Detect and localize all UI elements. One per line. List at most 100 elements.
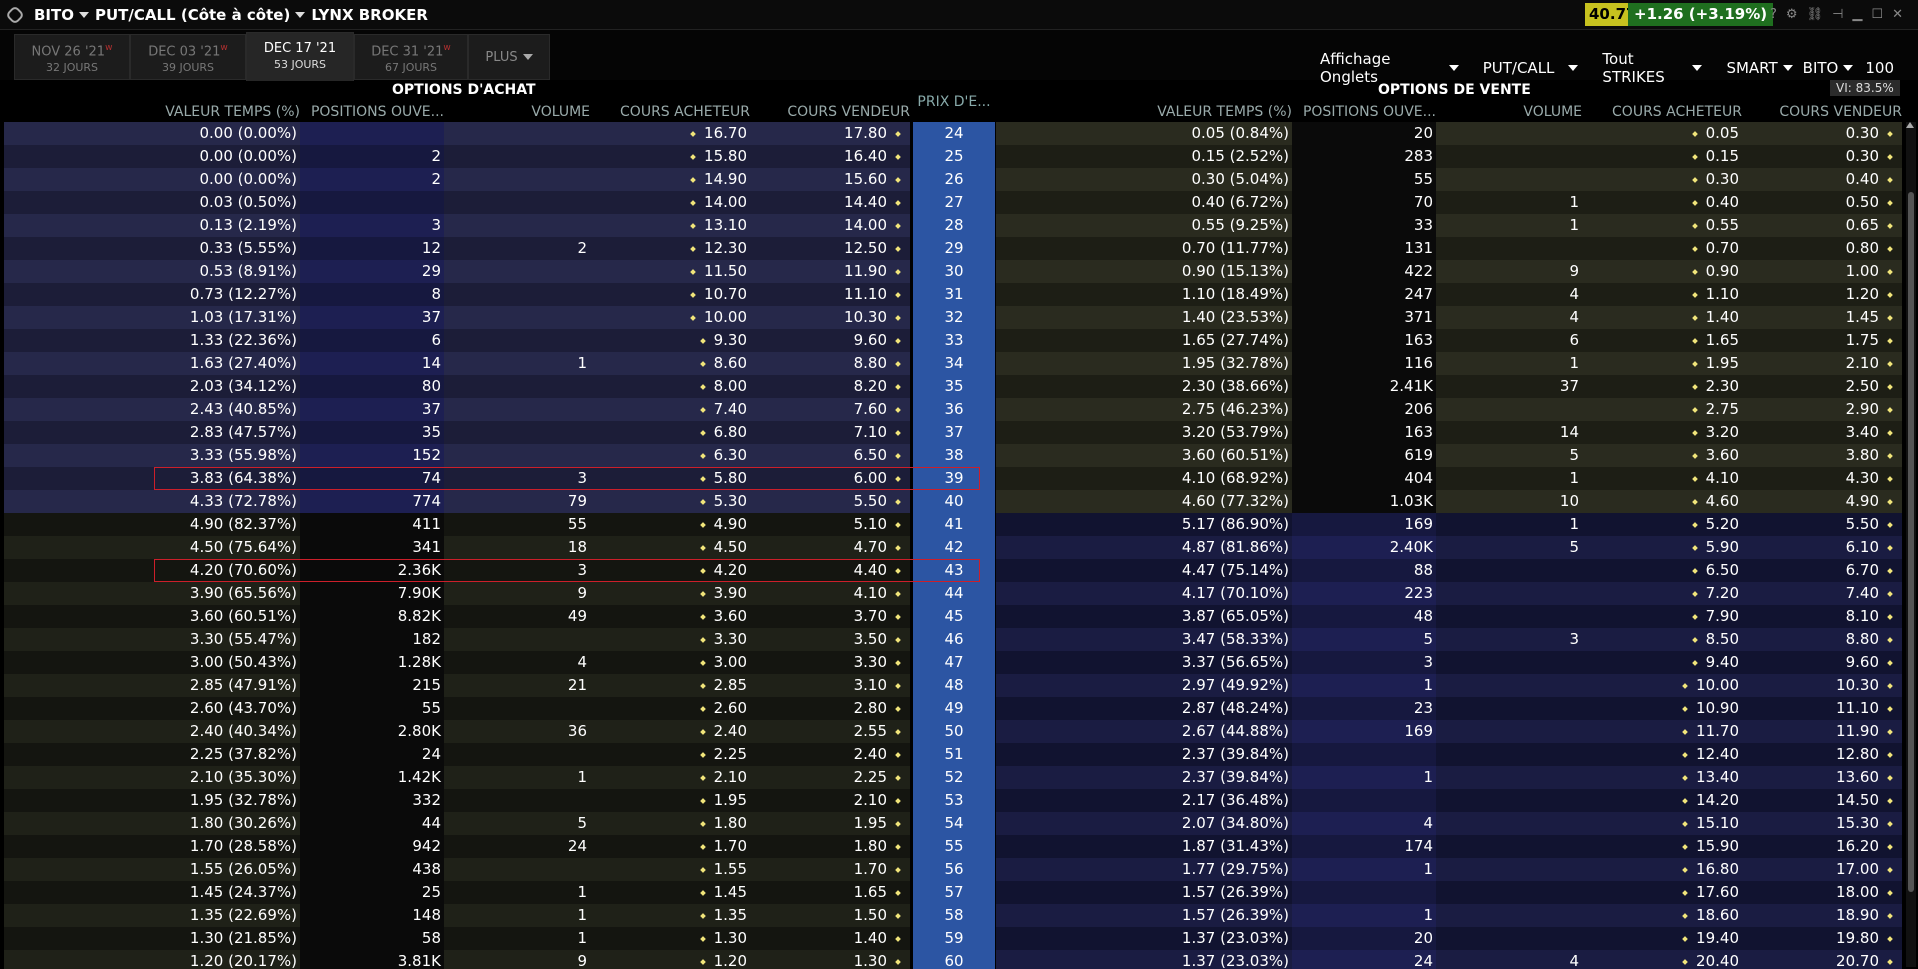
cell-call-ask[interactable]: 5.10 — [750, 513, 910, 536]
cell-call-volume[interactable] — [444, 283, 590, 306]
cell-strike[interactable]: 27 — [913, 191, 995, 214]
putcall-dropdown[interactable]: PUT/CALL — [1483, 59, 1579, 77]
cell-put-volume[interactable] — [1436, 835, 1582, 858]
cell-call-volume[interactable]: 3 — [444, 467, 590, 490]
cell-call-open-interest[interactable]: 37 — [300, 398, 444, 421]
cell-put-ask[interactable]: 8.80 — [1742, 628, 1902, 651]
cell-put-time-value[interactable]: 5.17 (86.90%) — [996, 513, 1292, 536]
table-row[interactable]: 1.20 (20.17%) 3.81K 9 1.20 1.30 60 1.37 (23.03… — [4, 950, 1904, 969]
cell-put-volume[interactable] — [1436, 766, 1582, 789]
cell-call-bid[interactable]: 8.00 — [590, 375, 750, 398]
cell-call-bid[interactable]: 7.40 — [590, 398, 750, 421]
cell-put-time-value[interactable]: 1.65 (27.74%) — [996, 329, 1292, 352]
cell-put-bid[interactable]: 16.80 — [1582, 858, 1742, 881]
cell-call-bid[interactable]: 4.20 — [590, 559, 750, 582]
cell-put-open-interest[interactable]: 169 — [1292, 720, 1436, 743]
cell-put-time-value[interactable]: 2.07 (34.80%) — [996, 812, 1292, 835]
tab-expiry-nov26[interactable]: NOV 26 '21w 32 JOURS — [14, 34, 130, 80]
cell-call-open-interest[interactable]: 29 — [300, 260, 444, 283]
cell-call-open-interest[interactable]: 80 — [300, 375, 444, 398]
cell-put-time-value[interactable]: 0.70 (11.77%) — [996, 237, 1292, 260]
cell-call-open-interest[interactable]: 8.82K — [300, 605, 444, 628]
table-row[interactable]: 0.53 (8.91%) 29 11.50 11.90 30 0.90 (15.13%) 4… — [4, 260, 1904, 283]
link-chain-icon[interactable]: ⛓ — [1807, 7, 1824, 22]
cell-call-time-value[interactable]: 1.45 (24.37%) — [4, 881, 300, 904]
cell-call-volume[interactable]: 4 — [444, 651, 590, 674]
cell-call-open-interest[interactable]: 411 — [300, 513, 444, 536]
cell-put-volume[interactable]: 1 — [1436, 191, 1582, 214]
cell-call-time-value[interactable]: 3.00 (50.43%) — [4, 651, 300, 674]
cell-put-bid[interactable]: 12.40 — [1582, 743, 1742, 766]
cell-call-bid[interactable]: 3.90 — [590, 582, 750, 605]
cell-call-volume[interactable]: 9 — [444, 950, 590, 969]
cell-call-ask[interactable]: 17.80 — [750, 122, 910, 145]
table-row[interactable]: 1.03 (17.31%) 37 10.00 10.30 32 1.40 (23.53%)… — [4, 306, 1904, 329]
cell-put-ask[interactable]: 18.00 — [1742, 881, 1902, 904]
cell-call-bid[interactable]: 8.60 — [590, 352, 750, 375]
cell-call-ask[interactable]: 4.10 — [750, 582, 910, 605]
cell-call-open-interest[interactable]: 942 — [300, 835, 444, 858]
cell-call-open-interest[interactable]: 3.81K — [300, 950, 444, 969]
cell-call-ask[interactable]: 1.80 — [750, 835, 910, 858]
cell-put-time-value[interactable]: 3.37 (56.65%) — [996, 651, 1292, 674]
table-row[interactable]: 2.03 (34.12%) 80 8.00 8.20 35 2.30 (38.66%) 2.… — [4, 375, 1904, 398]
cell-call-open-interest[interactable]: 438 — [300, 858, 444, 881]
cell-call-ask[interactable]: 2.80 — [750, 697, 910, 720]
cell-put-bid[interactable]: 19.40 — [1582, 927, 1742, 950]
cell-call-volume[interactable]: 5 — [444, 812, 590, 835]
cell-put-open-interest[interactable]: 2.40K — [1292, 536, 1436, 559]
cell-put-volume[interactable] — [1436, 559, 1582, 582]
cell-put-volume[interactable]: 1 — [1436, 214, 1582, 237]
cell-strike[interactable]: 41 — [913, 513, 995, 536]
cell-put-bid[interactable]: 4.10 — [1582, 467, 1742, 490]
cell-call-volume[interactable]: 79 — [444, 490, 590, 513]
cell-put-bid[interactable]: 0.40 — [1582, 191, 1742, 214]
cell-call-open-interest[interactable]: 8 — [300, 283, 444, 306]
cell-call-time-value[interactable]: 3.33 (55.98%) — [4, 444, 300, 467]
cell-put-ask[interactable]: 0.50 — [1742, 191, 1902, 214]
cell-put-bid[interactable]: 5.90 — [1582, 536, 1742, 559]
cell-call-open-interest[interactable]: 215 — [300, 674, 444, 697]
cell-call-ask[interactable]: 1.50 — [750, 904, 910, 927]
cell-put-bid[interactable]: 7.20 — [1582, 582, 1742, 605]
cell-strike[interactable]: 35 — [913, 375, 995, 398]
cell-put-open-interest[interactable]: 163 — [1292, 329, 1436, 352]
cell-call-open-interest[interactable]: 6 — [300, 329, 444, 352]
cell-call-time-value[interactable]: 4.90 (82.37%) — [4, 513, 300, 536]
cell-call-open-interest[interactable]: 341 — [300, 536, 444, 559]
cell-put-open-interest[interactable]: 33 — [1292, 214, 1436, 237]
col-put-ask[interactable]: COURS VENDEUR — [1742, 104, 1902, 122]
cell-call-bid[interactable]: 10.70 — [590, 283, 750, 306]
cell-call-bid[interactable]: 11.50 — [590, 260, 750, 283]
cell-put-open-interest[interactable]: 2.41K — [1292, 375, 1436, 398]
table-row[interactable]: 0.13 (2.19%) 3 13.10 14.00 28 0.55 (9.25%) 33 1… — [4, 214, 1904, 237]
cell-put-volume[interactable] — [1436, 122, 1582, 145]
cell-call-ask[interactable]: 11.90 — [750, 260, 910, 283]
cell-call-time-value[interactable]: 0.00 (0.00%) — [4, 145, 300, 168]
cell-call-time-value[interactable]: 1.70 (28.58%) — [4, 835, 300, 858]
cell-call-bid[interactable]: 2.60 — [590, 697, 750, 720]
table-row[interactable]: 0.03 (0.50%) 14.00 14.40 27 0.40 (6.72%) 70 1 0… — [4, 191, 1904, 214]
cell-put-bid[interactable]: 3.60 — [1582, 444, 1742, 467]
cell-put-volume[interactable]: 4 — [1436, 283, 1582, 306]
cell-strike[interactable]: 30 — [913, 260, 995, 283]
cell-put-open-interest[interactable]: 1 — [1292, 904, 1436, 927]
col-put-volume[interactable]: VOLUME — [1436, 104, 1582, 122]
cell-put-bid[interactable]: 17.60 — [1582, 881, 1742, 904]
table-row[interactable]: 1.95 (32.78%) 332 1.95 2.10 53 2.17 (36.48%) 1… — [4, 789, 1904, 812]
cell-call-bid[interactable]: 3.30 — [590, 628, 750, 651]
table-row[interactable]: 2.43 (40.85%) 37 7.40 7.60 36 2.75 (46.23%) 20… — [4, 398, 1904, 421]
cell-call-volume[interactable]: 18 — [444, 536, 590, 559]
cell-call-volume[interactable] — [444, 122, 590, 145]
cell-strike[interactable]: 53 — [913, 789, 995, 812]
view-selector[interactable]: PUT/CALL (Côte à côte) — [95, 6, 306, 24]
table-row[interactable]: 1.55 (26.05%) 438 1.55 1.70 56 1.77 (29.75%) 1… — [4, 858, 1904, 881]
cell-put-time-value[interactable]: 0.15 (2.52%) — [996, 145, 1292, 168]
cell-put-bid[interactable]: 1.65 — [1582, 329, 1742, 352]
cell-put-ask[interactable]: 15.30 — [1742, 812, 1902, 835]
cell-strike[interactable]: 51 — [913, 743, 995, 766]
cell-call-open-interest[interactable]: 1.28K — [300, 651, 444, 674]
cell-call-time-value[interactable]: 0.00 (0.00%) — [4, 168, 300, 191]
cell-call-time-value[interactable]: 3.30 (55.47%) — [4, 628, 300, 651]
cell-call-volume[interactable]: 1 — [444, 352, 590, 375]
